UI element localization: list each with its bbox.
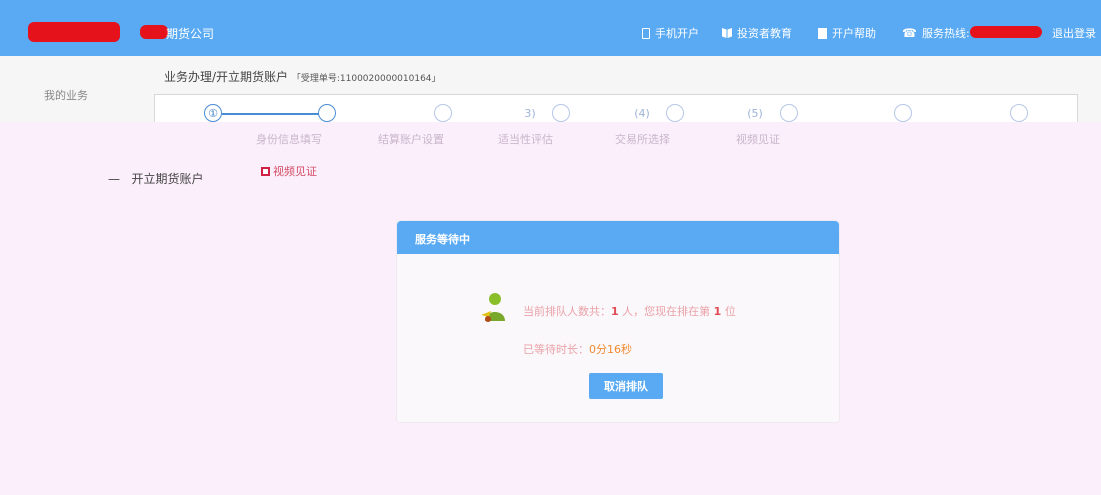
step-3-circle: 3) (521, 104, 539, 122)
breadcrumb: 业务办理/开立期货账户 「受理单号:1100020000010164」 (164, 68, 441, 85)
sidebar-item-label: 开立期货账户 (131, 172, 204, 186)
phone-icon (642, 27, 650, 39)
dialog-title: 服务等待中 (397, 221, 839, 254)
logout-link[interactable]: 退出登录 (1052, 25, 1096, 41)
step-1-label: 身份信息填写 (256, 133, 322, 146)
nav-service-hotline-label: 服务热线: (921, 27, 970, 40)
nav-account-help[interactable]: 开户帮助 (818, 25, 876, 41)
company-name: 期货公司 (166, 27, 215, 41)
nav-service-hotline: ☎ 服务热线: (902, 25, 970, 41)
nav-account-help-label: 开户帮助 (832, 27, 876, 40)
waiting-dialog: 服务等待中 当前排队人数共：1 人，您现在排在第 1 位 已等待时长：0分16秒… (396, 220, 840, 423)
step-1-circle: ① (204, 104, 222, 122)
nav-mobile-open[interactable]: 手机开户 (642, 25, 699, 41)
step-8-circle (1010, 104, 1028, 122)
redacted-hotline-number (970, 26, 1042, 38)
step-2-label: 结算账户设置 (378, 133, 444, 146)
step-4-label: 交易所选择 (615, 133, 670, 146)
redacted-logo (28, 22, 120, 42)
current-step-tag: 视频见证 (261, 163, 317, 179)
nav-investor-education[interactable]: 投资者教育 (722, 25, 792, 41)
step-connector (222, 113, 320, 115)
wait-time: 0分16秒 (589, 343, 632, 356)
queue-status: 当前排队人数共：1 人，您现在排在第 1 位 (523, 303, 736, 319)
queue-prefix: 当前排队人数共： (523, 305, 611, 318)
cancel-queue-button[interactable]: 取消排队 (589, 373, 663, 399)
step-4b-circle (666, 104, 684, 122)
current-step-tag-label: 视频见证 (273, 165, 317, 178)
redacted-company-name (140, 25, 168, 39)
video-icon (261, 166, 270, 176)
step-2-circle (318, 104, 336, 122)
user-avatar-icon (481, 293, 505, 322)
nav-mobile-open-label: 手机开户 (655, 27, 699, 40)
queue-position: 1 (713, 305, 722, 318)
sidebar-item-prefix: — (108, 172, 120, 186)
queue-mid: 人，您现在排在第 (622, 305, 711, 318)
step-5-label: 视频见证 (736, 133, 780, 146)
nav-investor-education-label: 投资者教育 (737, 27, 792, 40)
top-bar: 期货公司 手机开户 投资者教育 开户帮助 ☎ 服务热线: 退出登录 (0, 0, 1101, 56)
queue-suffix: 位 (724, 305, 736, 318)
wait-duration: 已等待时长：0分16秒 (523, 341, 632, 357)
step-6-circle (780, 104, 798, 122)
step-2b-circle (434, 104, 452, 122)
book-icon (722, 28, 732, 38)
step-5-number: (5) (747, 106, 763, 120)
breadcrumb-path: 业务办理/开立期货账户 (164, 70, 289, 84)
telephone-icon: ☎ (902, 26, 917, 40)
step-3b-circle (552, 104, 570, 122)
queue-count: 1 (611, 305, 619, 318)
step-5-circle: (5) (746, 104, 764, 122)
sidebar-title: 我的业务 (44, 89, 88, 102)
wait-label: 已等待时长： (523, 343, 589, 356)
step-3-number: 3) (524, 106, 536, 120)
step-4-circle: (4) (633, 104, 651, 122)
note-icon (818, 27, 827, 39)
sidebar-item-open-account[interactable]: — 开立期货账户 (108, 170, 203, 187)
step-7-circle (894, 104, 912, 122)
steps-panel (154, 94, 1078, 124)
ticket-number: 「受理单号:1100020000010164」 (291, 74, 441, 84)
step-3-label: 适当性评估 (498, 133, 553, 146)
step-4-number: (4) (634, 106, 650, 120)
step-1-number: ① (208, 106, 218, 120)
